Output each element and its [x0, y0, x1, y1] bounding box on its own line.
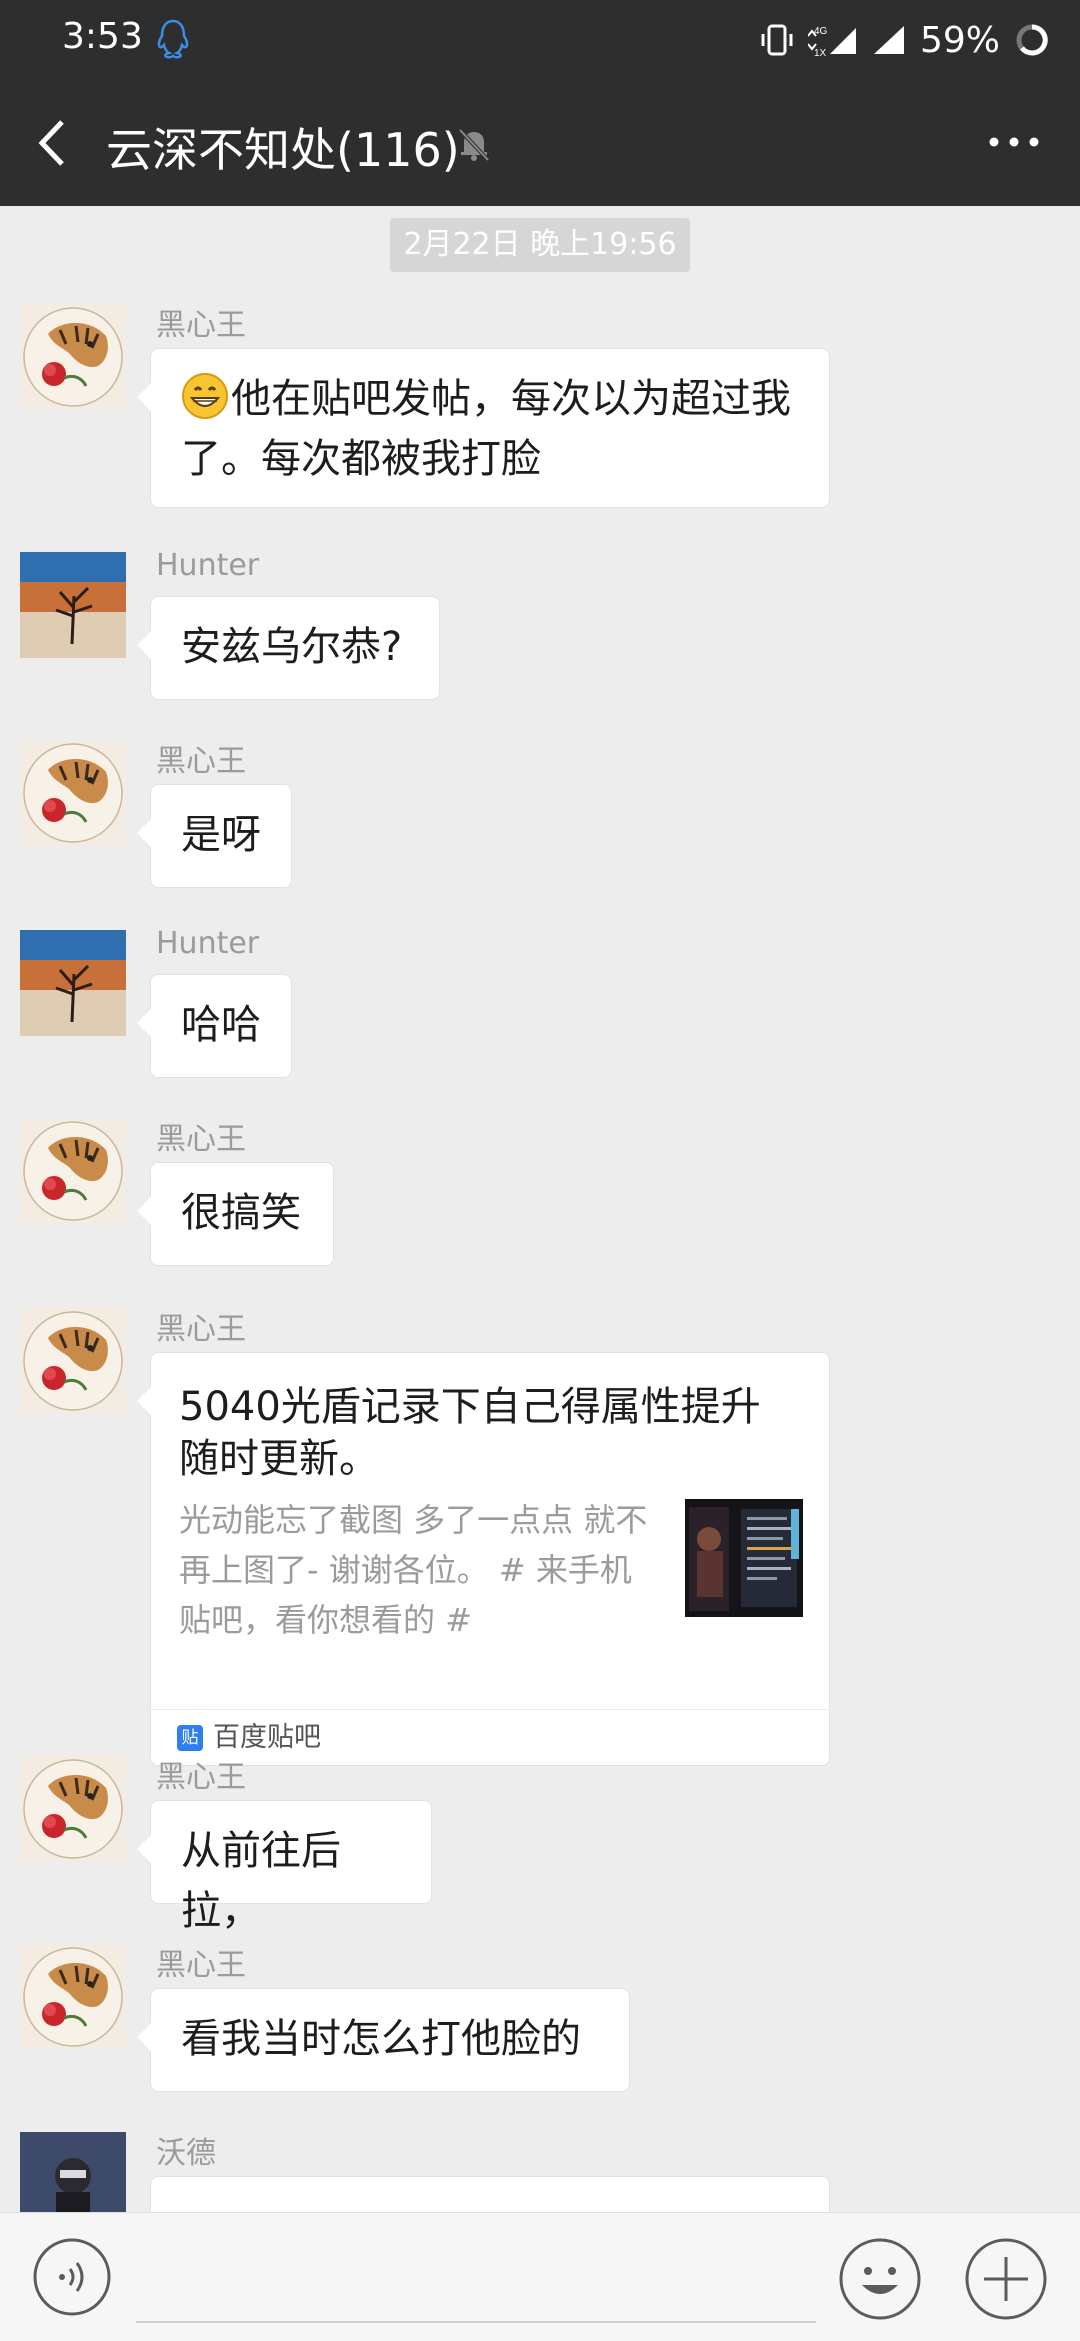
desert-tree-avatar-icon — [20, 552, 126, 658]
tiger-avatar-icon — [20, 1756, 126, 1862]
qq-notification-icon — [157, 19, 189, 59]
card-thumbnail — [685, 1499, 803, 1617]
message-bubble[interactable]: 哈哈 — [137, 974, 292, 1078]
back-arrow-icon[interactable] — [34, 116, 70, 170]
avatar-heixinwang[interactable] — [20, 304, 126, 410]
voice-input-icon[interactable] — [32, 2237, 112, 2317]
link-card[interactable]: 5040光盾记录下自己得属性提升随时更新。 光动能忘了截图 多了一点点 就不再上… — [137, 1352, 830, 1766]
card-title: 5040光盾记录下自己得属性提升随时更新。 — [179, 1384, 761, 1482]
tiger-avatar-icon — [20, 740, 126, 846]
mute-bell-icon — [458, 128, 490, 162]
status-icons: 4G 1X 59% — [760, 16, 1050, 64]
message-bubble[interactable]: 他在贴吧发帖，每次以为超过我了。每次都被我打脸 — [137, 348, 830, 508]
more-options-icon[interactable] — [986, 134, 1042, 150]
chat-header: 云深不知处(116) — [0, 80, 1080, 206]
character-avatar-icon — [20, 2132, 126, 2212]
card-description: 光动能忘了截图 多了一点点 就不再上图了- 谢谢各位。 # 来手机贴吧，看你想看… — [179, 1501, 648, 1639]
message-text: 他在贴吧发帖，每次以为超过我了。每次都被我打脸 — [181, 376, 791, 482]
sender-name: 黑心王 — [156, 1312, 246, 1347]
message-bubble[interactable] — [137, 2176, 830, 2212]
tiger-avatar-icon — [20, 1308, 126, 1414]
status-time: 3:53 — [62, 16, 143, 57]
message-input[interactable] — [136, 2241, 816, 2323]
message-bubble[interactable]: 安兹乌尔恭? — [137, 596, 440, 700]
avatar-hunter[interactable] — [20, 930, 126, 1036]
avatar-heixinwang[interactable] — [20, 1756, 126, 1862]
emoji-icon[interactable] — [838, 2237, 922, 2321]
sender-name: Hunter — [156, 548, 260, 583]
message-text: 哈哈 — [181, 1002, 261, 1048]
grinning-emoji-icon — [182, 373, 228, 419]
tiger-avatar-icon — [20, 1118, 126, 1224]
message-bubble[interactable]: 很搞笑 — [137, 1162, 334, 1266]
avatar-heixinwang[interactable] — [20, 1118, 126, 1224]
status-bar: 3:53 4G 1X 59% — [0, 0, 1080, 80]
sender-name: Hunter — [156, 926, 260, 961]
avatar-heixinwang[interactable] — [20, 1308, 126, 1414]
tiger-avatar-icon — [20, 1944, 126, 2050]
avatar-hunter[interactable] — [20, 552, 126, 658]
vibrate-icon — [761, 24, 793, 56]
message-text: 是呀 — [181, 812, 261, 858]
message-timestamp: 2月22日 晚上19:56 — [390, 218, 690, 272]
plus-icon[interactable] — [964, 2237, 1048, 2321]
message-bubble[interactable]: 从前往后拉， — [137, 1800, 432, 1934]
message-bubble[interactable]: 看我当时怎么打他脸的 — [137, 1988, 630, 2092]
sender-name: 黑心王 — [156, 1122, 246, 1157]
chat-title: 云深不知处(116) — [106, 123, 460, 177]
battery-percent: 59% — [919, 19, 1000, 61]
sender-name: 黑心王 — [156, 308, 246, 343]
desert-tree-avatar-icon — [20, 930, 126, 1036]
sender-name: 黑心王 — [156, 1948, 246, 1983]
battery-icon — [1016, 24, 1048, 56]
avatar-wode[interactable] — [20, 2132, 126, 2212]
avatar-heixinwang[interactable] — [20, 1944, 126, 2050]
message-item: 沃德 — [0, 2132, 1080, 2212]
signal-4g-icon: 4G 1X — [807, 26, 856, 58]
sender-name: 沃德 — [156, 2136, 216, 2171]
signal-icon — [873, 26, 904, 54]
message-text: 很搞笑 — [181, 1190, 301, 1236]
card-footer: 贴 百度贴吧 — [151, 1709, 829, 1765]
avatar-heixinwang[interactable] — [20, 740, 126, 846]
sender-name: 黑心王 — [156, 1760, 246, 1795]
message-text: 看我当时怎么打他脸的 — [181, 2016, 581, 2062]
tiger-avatar-icon — [20, 304, 126, 410]
sender-name: 黑心王 — [156, 744, 246, 779]
message-text: 安兹乌尔恭? — [181, 624, 403, 670]
svg-text:1X: 1X — [814, 48, 827, 58]
message-bubble[interactable]: 是呀 — [137, 784, 292, 888]
input-bar — [0, 2212, 1080, 2341]
message-text: 从前往后拉， — [181, 1828, 341, 1934]
tieba-logo-icon: 贴 — [177, 1724, 203, 1751]
